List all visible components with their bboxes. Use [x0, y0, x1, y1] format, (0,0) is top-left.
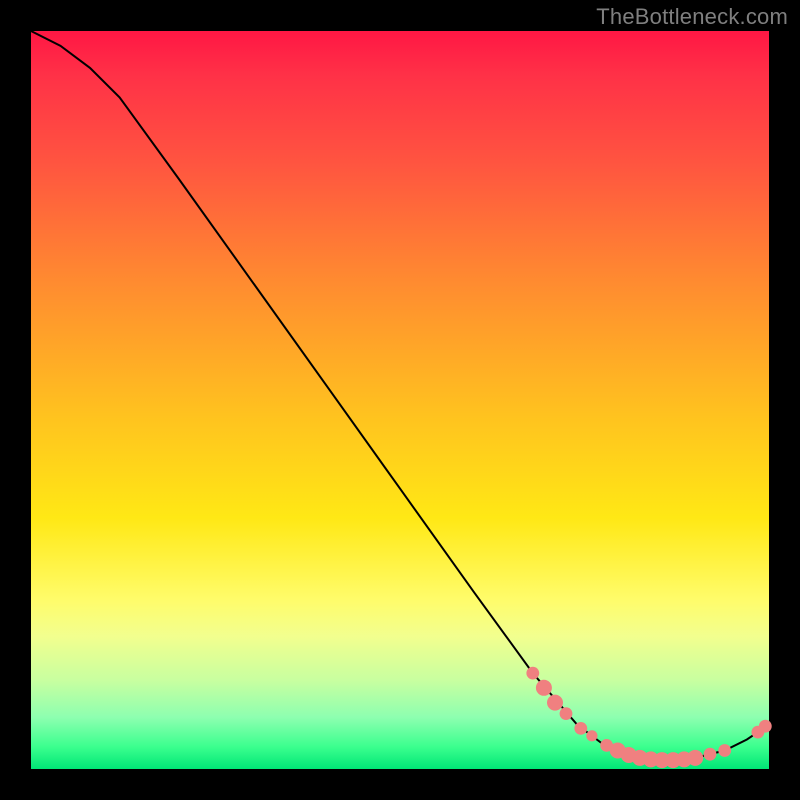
data-markers — [526, 667, 771, 768]
data-marker — [547, 695, 563, 711]
data-marker — [687, 750, 703, 766]
chart-svg — [31, 31, 769, 769]
data-marker — [536, 680, 552, 696]
data-marker — [704, 748, 717, 761]
data-marker — [718, 744, 731, 757]
plot-area — [31, 31, 769, 769]
data-marker — [526, 667, 539, 680]
data-marker — [574, 722, 587, 735]
attribution-text: TheBottleneck.com — [596, 4, 788, 30]
data-marker — [759, 720, 772, 733]
bottleneck-curve — [31, 31, 769, 760]
data-marker — [560, 707, 573, 720]
data-marker — [586, 730, 597, 741]
chart-container: TheBottleneck.com — [0, 0, 800, 800]
